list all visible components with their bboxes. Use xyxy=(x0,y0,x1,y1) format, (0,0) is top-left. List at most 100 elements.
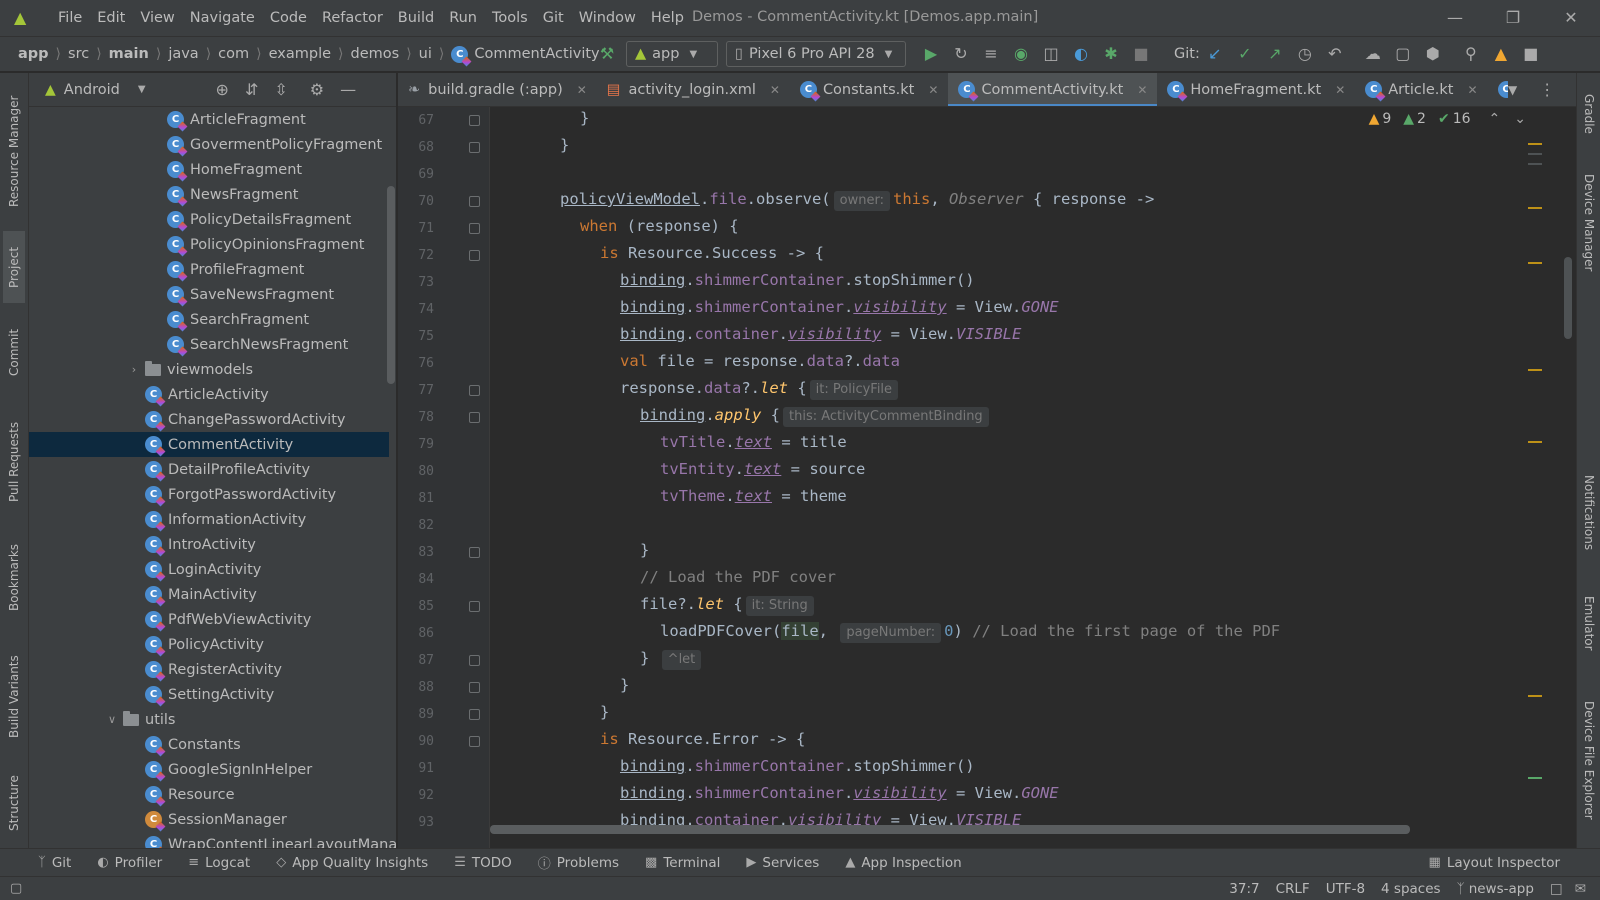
editor-horizontal-scrollbar[interactable] xyxy=(490,825,1410,834)
indent-setting[interactable]: 4 spaces xyxy=(1381,881,1441,897)
close-tab-icon[interactable]: ✕ xyxy=(1137,83,1147,97)
profile-icon[interactable]: ◐ xyxy=(1066,40,1096,68)
tree-item[interactable]: C Constants xyxy=(29,732,389,757)
fold-marker-icon[interactable] xyxy=(469,655,480,666)
tool-notifications[interactable]: Notifications xyxy=(1578,463,1600,563)
code-line[interactable]: binding.shimmerContainer.stopShimmer() xyxy=(620,753,975,780)
code-line[interactable]: } xyxy=(620,672,629,699)
code-line[interactable]: binding.shimmerContainer.visibility = Vi… xyxy=(620,780,1059,807)
menu-view[interactable]: View xyxy=(140,10,174,26)
crumb-com[interactable]: com xyxy=(218,46,249,62)
tool-resource-manager[interactable]: Resource Manager xyxy=(3,83,25,219)
close-tab-icon[interactable]: ✕ xyxy=(1335,83,1345,97)
close-tab-icon[interactable]: ✕ xyxy=(770,83,780,97)
editor-tab[interactable]: CArticleFrag xyxy=(1488,73,1508,106)
tree-item[interactable]: C RegisterActivity xyxy=(29,657,389,682)
tool-build-variants[interactable]: Build Variants xyxy=(3,645,25,749)
editor-tab[interactable]: ❧ build.gradle (:app) ✕ xyxy=(398,73,597,106)
tool-device-manager[interactable]: Device Manager xyxy=(1578,163,1600,283)
expand-all-icon[interactable]: ⇵ xyxy=(245,80,258,99)
gear-icon[interactable]: ⚙ xyxy=(310,80,324,99)
tree-item[interactable]: C WrapContentLinearLayoutManage xyxy=(29,832,396,848)
code-line[interactable]: binding.shimmerContainer.visibility = Vi… xyxy=(620,294,1059,321)
tree-item[interactable]: C SearchFragment xyxy=(29,307,389,332)
code-line[interactable]: is Resource.Error -> { xyxy=(600,726,805,753)
error-stripe-mark[interactable] xyxy=(1528,207,1542,209)
tree-item[interactable]: C PolicyActivity xyxy=(29,632,389,657)
tree-item[interactable]: C PolicyDetailsFragment xyxy=(29,207,389,232)
error-stripe-mark[interactable] xyxy=(1528,262,1542,264)
error-stripe-mark[interactable] xyxy=(1528,163,1542,165)
fold-marker-icon[interactable] xyxy=(469,196,480,207)
project-view-select[interactable]: Android xyxy=(64,82,120,98)
tool-gradle[interactable]: Gradle xyxy=(1578,81,1600,147)
file-encoding[interactable]: UTF-8 xyxy=(1326,881,1365,897)
editor-tab[interactable]: C HomeFragment.kt ✕ xyxy=(1157,73,1355,106)
cursor-position[interactable]: 37:7 xyxy=(1229,881,1259,897)
tabs-overflow-icon[interactable]: ▼ xyxy=(1508,83,1517,97)
gradle-sync-icon[interactable]: ☁ xyxy=(1358,40,1388,68)
tree-item[interactable]: C ForgotPasswordActivity xyxy=(29,482,389,507)
tree-item[interactable]: C ChangePasswordActivity xyxy=(29,407,389,432)
more-options-icon[interactable]: ⋮ xyxy=(1539,80,1555,99)
editor-tab[interactable]: C Constants.kt ✕ xyxy=(790,73,949,106)
fold-marker-icon[interactable] xyxy=(469,115,480,126)
close-tab-icon[interactable]: ✕ xyxy=(1467,83,1477,97)
crumb-app[interactable]: app xyxy=(18,46,49,62)
tool-todo[interactable]: ☰ TODO xyxy=(454,855,512,871)
menu-edit[interactable]: Edit xyxy=(97,10,125,26)
error-stripe-mark[interactable] xyxy=(1528,143,1542,145)
fold-marker-icon[interactable] xyxy=(469,682,480,693)
crumb-java[interactable]: java xyxy=(168,46,198,62)
tree-item[interactable]: C ArticleActivity xyxy=(29,382,389,407)
menu-git[interactable]: Git xyxy=(543,10,564,26)
chevron-down-icon[interactable]: ∨ xyxy=(101,713,123,726)
code-line[interactable]: response.data?.let {it: PolicyFile xyxy=(620,375,901,402)
tree-item[interactable]: C IntroActivity xyxy=(29,532,389,557)
tree-item[interactable]: C SessionManager xyxy=(29,807,389,832)
close-tab-icon[interactable]: ✕ xyxy=(577,83,587,97)
fold-marker-icon[interactable] xyxy=(469,601,480,612)
fold-marker-icon[interactable] xyxy=(469,385,480,396)
menu-window[interactable]: Window xyxy=(579,10,636,26)
tree-item[interactable]: C LoginActivity xyxy=(29,557,389,582)
tree-item[interactable]: C SearchNewsFragment xyxy=(29,332,389,357)
git-update-icon[interactable]: ↙ xyxy=(1200,40,1230,68)
tree-item[interactable]: C InformationActivity xyxy=(29,507,389,532)
code-line[interactable]: } ^let xyxy=(640,645,704,672)
code-line[interactable]: } xyxy=(600,699,609,726)
sdk-manager-icon[interactable]: ⬢ xyxy=(1418,40,1448,68)
close-window-icon[interactable]: ✕ xyxy=(1558,5,1584,31)
crumb-main[interactable]: main xyxy=(109,46,149,62)
rerun-icon[interactable]: ↻ xyxy=(946,40,976,68)
code-line[interactable]: tvTheme.text = theme xyxy=(660,483,847,510)
tool-app-inspection[interactable]: ▲ App Inspection xyxy=(845,855,961,871)
tree-item[interactable]: C SettingActivity xyxy=(29,682,389,707)
inspection-widget[interactable]: ▲ 9 ▲ 2 ✔ 16 ⌃ ⌄ xyxy=(1369,111,1526,127)
code-line[interactable]: val file = response.data?.data xyxy=(620,348,900,375)
tree-item[interactable]: › viewmodels xyxy=(29,357,389,382)
search-icon[interactable]: ⚲ xyxy=(1456,40,1486,68)
lock-icon[interactable]: □ xyxy=(1550,881,1563,897)
menu-run[interactable]: Run xyxy=(449,10,477,26)
code-line[interactable]: } xyxy=(560,132,569,159)
crumb-src[interactable]: src xyxy=(68,46,89,62)
tree-item[interactable]: C NewsFragment xyxy=(29,182,389,207)
code-line[interactable]: } xyxy=(640,537,649,564)
minimize-icon[interactable]: — xyxy=(1442,5,1468,31)
menu-build[interactable]: Build xyxy=(398,10,434,26)
tool-project[interactable]: Project xyxy=(3,231,25,303)
tree-item[interactable]: C GovermentPolicyFragment xyxy=(29,132,389,157)
device-select[interactable]: ▯ Pixel 6 Pro API 28 ▼ xyxy=(726,41,906,67)
tool-terminal[interactable]: ▩ Terminal xyxy=(645,855,720,871)
crumb-commentactivity[interactable]: C CommentActivity xyxy=(451,45,600,63)
tool-emulator[interactable]: Emulator xyxy=(1578,583,1600,663)
tree-item[interactable]: C ProfileFragment xyxy=(29,257,389,282)
code-line[interactable]: policyViewModel.file.observe(owner: this,… xyxy=(560,186,1154,213)
editor-tab[interactable]: C CommentActivity.kt ✕ xyxy=(948,73,1158,106)
tool-services[interactable]: ▶ Services xyxy=(746,855,819,871)
fold-marker-icon[interactable] xyxy=(469,223,480,234)
menu-refactor[interactable]: Refactor xyxy=(322,10,383,26)
error-stripe-mark[interactable] xyxy=(1528,777,1542,779)
update-icon[interactable]: ▲ xyxy=(1486,40,1516,68)
